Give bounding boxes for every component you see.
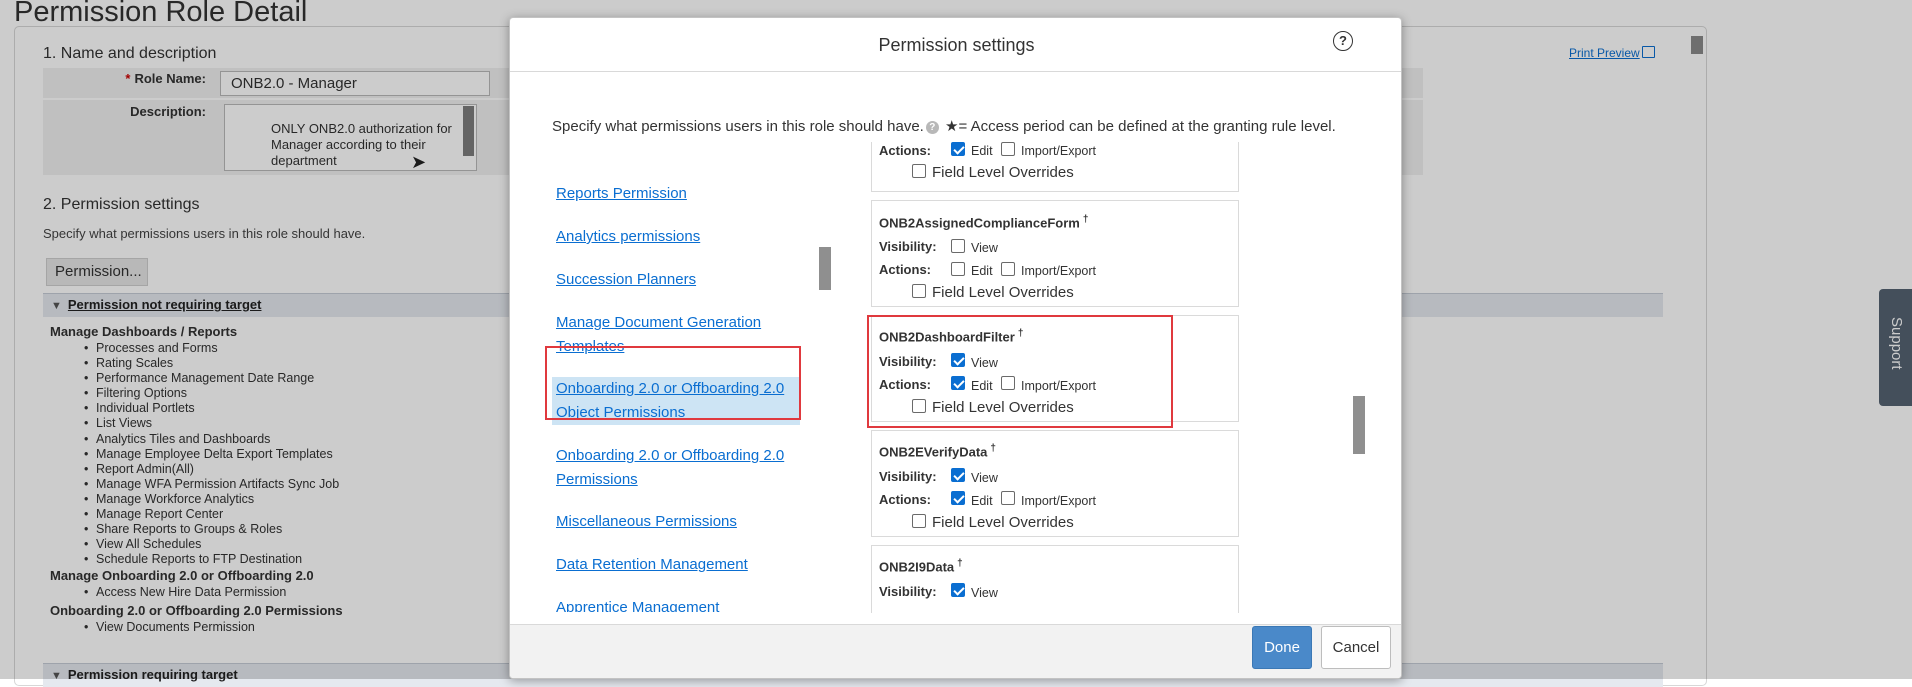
import-export-label: Import/Export [1021,144,1097,158]
actions-label: Actions: [879,262,931,277]
edit-label: Edit [971,494,993,508]
actions-label: Actions: [879,143,931,158]
nav-item-analytics-permissions[interactable]: Analytics permissions [556,225,796,249]
field-level-overrides-label: Field Level Overrides [932,514,1074,531]
nav-item-reports-permission[interactable]: Reports Permission [556,182,796,206]
view-checkbox[interactable] [951,583,965,597]
import-export-label: Import/Export [1021,494,1097,508]
import-export-checkbox[interactable] [1001,491,1015,505]
visibility-label: Visibility: [879,239,937,254]
cancel-button[interactable]: Cancel [1321,626,1391,669]
modal-title: Permission settings [878,35,1035,55]
object-name: ONB2EVerifyData † [879,443,996,459]
field-level-overrides-checkbox[interactable] [912,284,926,298]
visibility-label: Visibility: [879,469,937,484]
object-name: ONB2AssignedComplianceForm † [879,214,1088,230]
view-label: View [971,241,998,255]
object-name-text: ONB2I9Data [879,559,955,575]
import-export-checkbox[interactable] [1001,262,1015,276]
edit-checkbox[interactable] [951,262,965,276]
question-circle-icon[interactable]: ? [1333,31,1353,51]
object-pane-scrollbar[interactable] [1353,396,1365,454]
field-level-overrides-label: Field Level Overrides [932,284,1074,301]
object-permission-box: ONB2I9Data † Visibility: View [871,545,1239,613]
field-level-overrides-checkbox[interactable] [912,164,926,178]
object-permission-box: ONB2AssignedComplianceForm † Visibility: … [871,200,1239,307]
nav-item-miscellaneous-permissions[interactable]: Miscellaneous Permissions [556,510,796,534]
edit-label: Edit [971,264,993,278]
highlight-box-dashboard-filter [867,315,1173,428]
nav-scrollbar[interactable] [819,247,831,290]
visibility-label: Visibility: [879,584,937,599]
edit-checkbox[interactable] [951,142,965,156]
import-export-checkbox[interactable] [1001,142,1015,156]
field-level-overrides-label: Field Level Overrides [932,164,1074,181]
object-permission-box: Actions: Edit Import/Export Field Level … [871,142,1239,192]
view-label: View [971,471,998,485]
dagger-marker: † [957,558,963,569]
field-level-overrides-checkbox[interactable] [912,514,926,528]
object-name: ONB2I9Data † [879,558,963,574]
object-name-text: ONB2EVerifyData [879,444,988,460]
modal-intro: Specify what permissions users in this r… [552,117,1336,135]
info-icon[interactable]: ? [925,121,939,134]
object-name-text: ONB2AssignedComplianceForm [879,215,1080,231]
highlight-box-nav-selection [545,346,801,420]
done-button[interactable]: Done [1252,626,1312,669]
view-checkbox[interactable] [951,239,965,253]
modal-divider [510,71,1401,72]
modal-intro-text: Specify what permissions users in this r… [552,118,924,135]
edit-label: Edit [971,144,993,158]
dagger-marker: † [990,443,996,454]
object-permission-box: ONB2EVerifyData † Visibility: View Action… [871,430,1239,537]
actions-label: Actions: [879,492,931,507]
nav-item-apprentice-management[interactable]: Apprentice Management [556,596,796,612]
edit-checkbox[interactable] [951,491,965,505]
nav-item-succession-planners[interactable]: Succession Planners [556,268,796,292]
import-export-label: Import/Export [1021,264,1097,278]
view-checkbox[interactable] [951,468,965,482]
access-period-note: ★= Access period can be defined at the g… [945,118,1336,135]
view-label: View [971,586,998,600]
nav-item-onboarding-permissions[interactable]: Onboarding 2.0 or Offboarding 2.0 Permis… [556,444,796,492]
dagger-marker: † [1082,214,1089,225]
nav-item-data-retention-management[interactable]: Data Retention Management [556,553,796,577]
